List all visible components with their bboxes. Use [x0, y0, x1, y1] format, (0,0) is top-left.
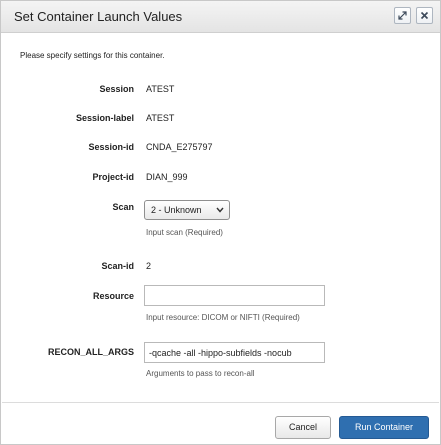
footer-divider [2, 402, 439, 403]
scan-help: Input scan (Required) [146, 228, 223, 237]
recon-all-args-label: RECON_ALL_ARGS [47, 347, 134, 357]
scan-id-label: Scan-id [101, 261, 134, 271]
close-button[interactable] [416, 7, 433, 24]
session-label: Session [99, 84, 134, 94]
resource-label: Resource [92, 291, 134, 301]
expand-icon [398, 11, 407, 20]
recon-all-args-help: Arguments to pass to recon-all [146, 369, 255, 378]
resource-help: Input resource: DICOM or NIFTI (Required… [146, 313, 300, 322]
session-value: ATEST [146, 84, 175, 94]
project-id-label: Project-id [92, 172, 134, 182]
dialog-intro: Please specify settings for this contain… [20, 51, 165, 60]
scan-selected-value: 2 - Unknown [151, 205, 202, 215]
dialog-titlebar[interactable]: Set Container Launch Values [1, 1, 440, 33]
dialog-title: Set Container Launch Values [14, 9, 183, 24]
session-label-value: ATEST [146, 113, 175, 123]
scan-id-value: 2 [146, 261, 152, 271]
resource-input[interactable] [144, 285, 325, 306]
chevron-down-icon [216, 207, 224, 213]
close-icon [420, 11, 429, 20]
session-id-label: Session-id [88, 142, 134, 152]
recon-all-args-input[interactable]: -qcache -all -hippo-subfields -nocub [144, 342, 325, 363]
cancel-button[interactable]: Cancel [275, 416, 331, 439]
project-id-value: DIAN_999 [146, 172, 188, 182]
session-id-value: CNDA_E275797 [146, 142, 213, 152]
run-container-button[interactable]: Run Container [339, 416, 429, 439]
launch-dialog: Set Container Launch Values Please speci… [0, 0, 441, 445]
scan-select[interactable]: 2 - Unknown [144, 200, 230, 220]
maximize-button[interactable] [394, 7, 411, 24]
recon-all-args-input-value: -qcache -all -hippo-subfields -nocub [149, 348, 292, 358]
session-label-label: Session-label [75, 113, 134, 123]
scan-label: Scan [112, 202, 134, 212]
